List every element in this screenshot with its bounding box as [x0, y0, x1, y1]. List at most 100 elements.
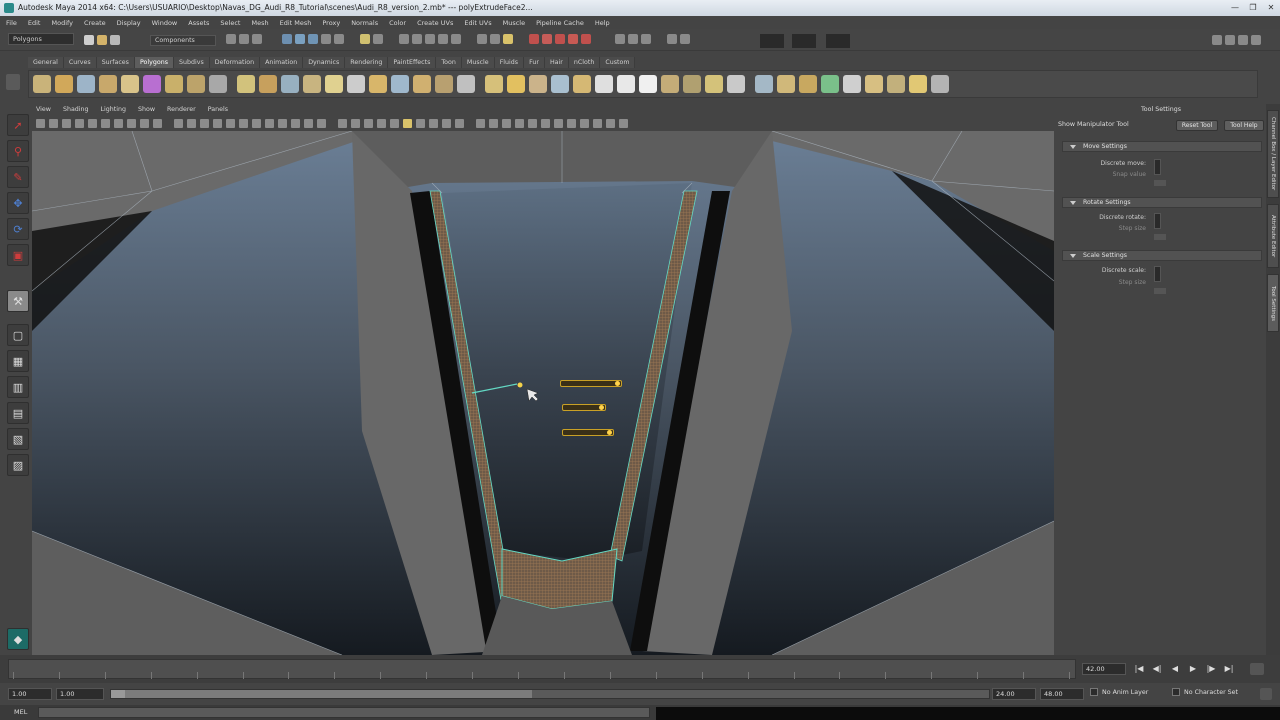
shelf-tool-icon[interactable]	[55, 75, 73, 93]
tab-fur[interactable]: Fur	[524, 57, 545, 68]
menu-edit[interactable]: Edit	[28, 19, 41, 27]
viewport-toolbar-icon[interactable]	[364, 118, 373, 128]
show-attribute-editor-icon[interactable]	[1225, 35, 1235, 45]
viewport-toolbar-icon[interactable]	[278, 118, 287, 128]
show-layer-editor-icon[interactable]	[1251, 35, 1261, 45]
extrude-offset-hint[interactable]	[562, 429, 614, 436]
extrude-local-hint[interactable]	[562, 404, 606, 411]
tab-muscle[interactable]: Muscle	[461, 57, 495, 68]
viewport-toolbar-icon[interactable]	[36, 118, 45, 128]
persp-graph-layout-icon[interactable]: ▤	[7, 402, 29, 424]
shelf-tool-icon[interactable]	[727, 75, 745, 93]
save-scene-icon[interactable]	[110, 35, 120, 45]
viewport-toolbar-icon[interactable]	[75, 118, 84, 128]
playback-start-field[interactable]: 1.00	[56, 688, 104, 700]
shelf-tool-icon[interactable]	[143, 75, 161, 93]
shelf-tool-icon[interactable]	[529, 75, 547, 93]
menu-create-uvs[interactable]: Create UVs	[417, 19, 453, 27]
minimize-button[interactable]: —	[1226, 0, 1244, 16]
shelf-tool-icon[interactable]	[683, 75, 701, 93]
paint-select-tool-icon[interactable]: ✎	[7, 166, 29, 188]
time-ruler[interactable]	[8, 659, 1076, 679]
selection-mode-field[interactable]: Components	[150, 35, 216, 46]
viewport-toolbar-icon[interactable]	[554, 118, 563, 128]
panel-menu-show[interactable]: Show	[138, 106, 155, 113]
menu-proxy[interactable]: Proxy	[322, 19, 340, 27]
shelf-tool-icon[interactable]	[595, 75, 613, 93]
shelf-tool-icon[interactable]	[843, 75, 861, 93]
rename-field[interactable]	[826, 34, 850, 48]
move-settings-frame[interactable]: Move Settings	[1062, 141, 1262, 152]
viewport-toolbar-icon[interactable]	[351, 118, 360, 128]
menu-muscle[interactable]: Muscle	[503, 19, 526, 27]
viewport-toolbar-icon[interactable]	[567, 118, 576, 128]
viewport-toolbar-icon[interactable]	[455, 118, 464, 128]
shelf-tool-icon[interactable]	[799, 75, 817, 93]
reset-tool-button[interactable]: Reset Tool	[1176, 120, 1218, 131]
tab-ncloth[interactable]: nCloth	[568, 57, 601, 68]
command-language-label[interactable]: MEL	[14, 708, 27, 716]
snap-curve-icon[interactable]	[412, 34, 422, 44]
tab-general[interactable]: General	[28, 57, 64, 68]
shelf-tool-icon[interactable]	[507, 75, 525, 93]
hypershade-icon[interactable]	[568, 34, 578, 44]
shelf-tool-icon[interactable]	[209, 75, 227, 93]
shelf-tool-icon[interactable]	[639, 75, 657, 93]
viewport-toolbar-icon[interactable]	[127, 118, 136, 128]
input-ops-icon[interactable]	[477, 34, 487, 44]
attribute-editor-tab[interactable]: Attribute Editor	[1267, 204, 1279, 268]
viewport-toolbar-icon[interactable]	[390, 118, 399, 128]
numeric-input-field[interactable]	[760, 34, 784, 48]
shelf-tool-icon[interactable]	[165, 75, 183, 93]
step-back-key-button[interactable]: ◀|	[1150, 663, 1164, 675]
menu-create[interactable]: Create	[84, 19, 106, 27]
render-settings-icon[interactable]	[555, 34, 565, 44]
shelf-tool-icon[interactable]	[325, 75, 343, 93]
shelf-tool-icon[interactable]	[369, 75, 387, 93]
play-backwards-button[interactable]: ◀	[1168, 663, 1182, 675]
viewport-toolbar-icon[interactable]	[580, 118, 589, 128]
tab-hair[interactable]: Hair	[544, 57, 569, 68]
playback-end-field[interactable]: 24.00	[992, 688, 1036, 700]
shelf-tool-icon[interactable]	[435, 75, 453, 93]
snap-plane-icon[interactable]	[438, 34, 448, 44]
new-scene-icon[interactable]	[84, 35, 94, 45]
render-view-icon[interactable]	[581, 34, 591, 44]
shelf-tool-icon[interactable]	[303, 75, 321, 93]
rotate-tool-icon[interactable]: ⟳	[7, 218, 29, 240]
live-surface-icon[interactable]	[451, 34, 461, 44]
shelf-tool-icon[interactable]	[99, 75, 117, 93]
viewport-toolbar-icon[interactable]	[606, 118, 615, 128]
tab-surfaces[interactable]: Surfaces	[96, 57, 135, 68]
menu-normals[interactable]: Normals	[351, 19, 378, 27]
viewport-toolbar-icon[interactable]	[429, 118, 438, 128]
animation-start-field[interactable]: 1.00	[8, 688, 52, 700]
mask-uv-icon[interactable]	[321, 34, 331, 44]
viewport-toolbar-icon[interactable]	[528, 118, 537, 128]
shelf-tool-icon[interactable]	[281, 75, 299, 93]
play-forwards-button[interactable]: ▶	[1186, 663, 1200, 675]
snap-grid-icon[interactable]	[399, 34, 409, 44]
select-tool-icon[interactable]: ➚	[7, 114, 29, 136]
discrete-scale-checkbox[interactable]	[1154, 266, 1161, 282]
viewport-toolbar-icon[interactable]	[252, 118, 261, 128]
mask-misc-icon[interactable]	[334, 34, 344, 44]
shelf-menu-icon[interactable]	[6, 74, 20, 90]
viewport-toolbar-icon[interactable]	[101, 118, 110, 128]
viewport-toolbar-icon[interactable]	[187, 118, 196, 128]
viewport-toolbar-icon[interactable]	[265, 118, 274, 128]
menu-edit-mesh[interactable]: Edit Mesh	[280, 19, 312, 27]
quick-select-field[interactable]	[792, 34, 816, 48]
tab-custom[interactable]: Custom	[600, 57, 636, 68]
close-button[interactable]: ✕	[1262, 0, 1280, 16]
move-tool-icon[interactable]: ✥	[7, 192, 29, 214]
single-perspective-layout-icon[interactable]: ▢	[7, 324, 29, 346]
shelf-tool-icon[interactable]	[661, 75, 679, 93]
toggle-layer-editor-icon[interactable]	[667, 34, 677, 44]
character-set-selector[interactable]	[1172, 688, 1180, 696]
construction-history-icon[interactable]	[503, 34, 513, 44]
mask-vertex-icon[interactable]	[282, 34, 292, 44]
shelf-tool-icon[interactable]	[391, 75, 409, 93]
menu-assets[interactable]: Assets	[188, 19, 209, 27]
hypershade-layout-icon[interactable]: ▧	[7, 428, 29, 450]
